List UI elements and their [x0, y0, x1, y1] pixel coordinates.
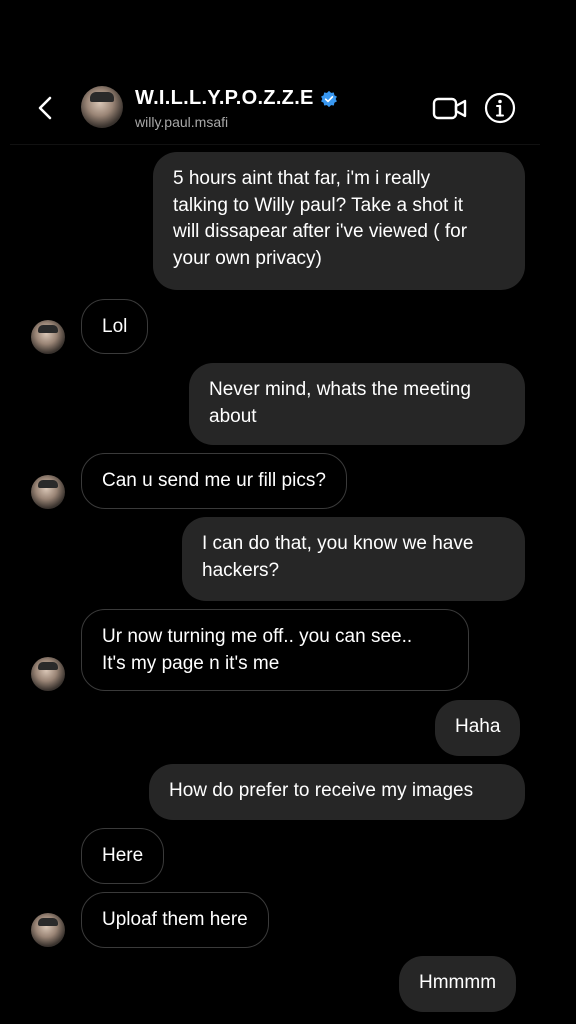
incoming-message[interactable]: Uploaf them here — [81, 892, 269, 948]
message-thread: 5 hours aint that far, i'm i really talk… — [0, 144, 576, 1024]
outgoing-message[interactable]: 5 hours aint that far, i'm i really talk… — [153, 152, 525, 290]
incoming-message[interactable]: Ur now turning me off.. you can see.. It… — [81, 609, 469, 691]
chat-header: W.I.L.L.Y.P.O.Z.Z.E willy.paul.msafi — [0, 78, 576, 144]
outgoing-message[interactable]: Never mind, whats the meeting about — [189, 363, 525, 445]
outgoing-message[interactable]: Hmmmm — [399, 956, 517, 1012]
incoming-message[interactable]: Here — [81, 828, 165, 884]
incoming-message[interactable]: Lol — [81, 299, 149, 354]
profile-name: W.I.L.L.Y.P.O.Z.Z.E — [135, 87, 314, 109]
verified-badge-icon — [320, 90, 337, 107]
video-call-icon[interactable] — [432, 96, 468, 122]
profile-title[interactable]: W.I.L.L.Y.P.O.Z.Z.E willy.paul.msafi — [135, 87, 338, 130]
sender-avatar[interactable] — [31, 320, 65, 354]
divider — [10, 144, 540, 145]
profile-username: willy.paul.msafi — [135, 114, 229, 130]
incoming-message[interactable]: Can u send me ur fill pics? — [81, 453, 347, 509]
sender-avatar[interactable] — [31, 913, 65, 947]
profile-avatar[interactable] — [81, 86, 123, 128]
outgoing-message[interactable]: How do prefer to receive my images — [149, 764, 525, 820]
back-arrow-icon[interactable] — [30, 91, 64, 125]
outgoing-message[interactable]: I can do that, you know we have hackers? — [182, 517, 525, 601]
sender-avatar[interactable] — [31, 475, 65, 509]
dm-screen: W.I.L.L.Y.P.O.Z.Z.E willy.paul.msafi 5 h… — [0, 0, 576, 1024]
outgoing-message[interactable]: Haha — [435, 700, 521, 756]
info-icon[interactable] — [484, 92, 516, 124]
sender-avatar[interactable] — [31, 657, 65, 691]
